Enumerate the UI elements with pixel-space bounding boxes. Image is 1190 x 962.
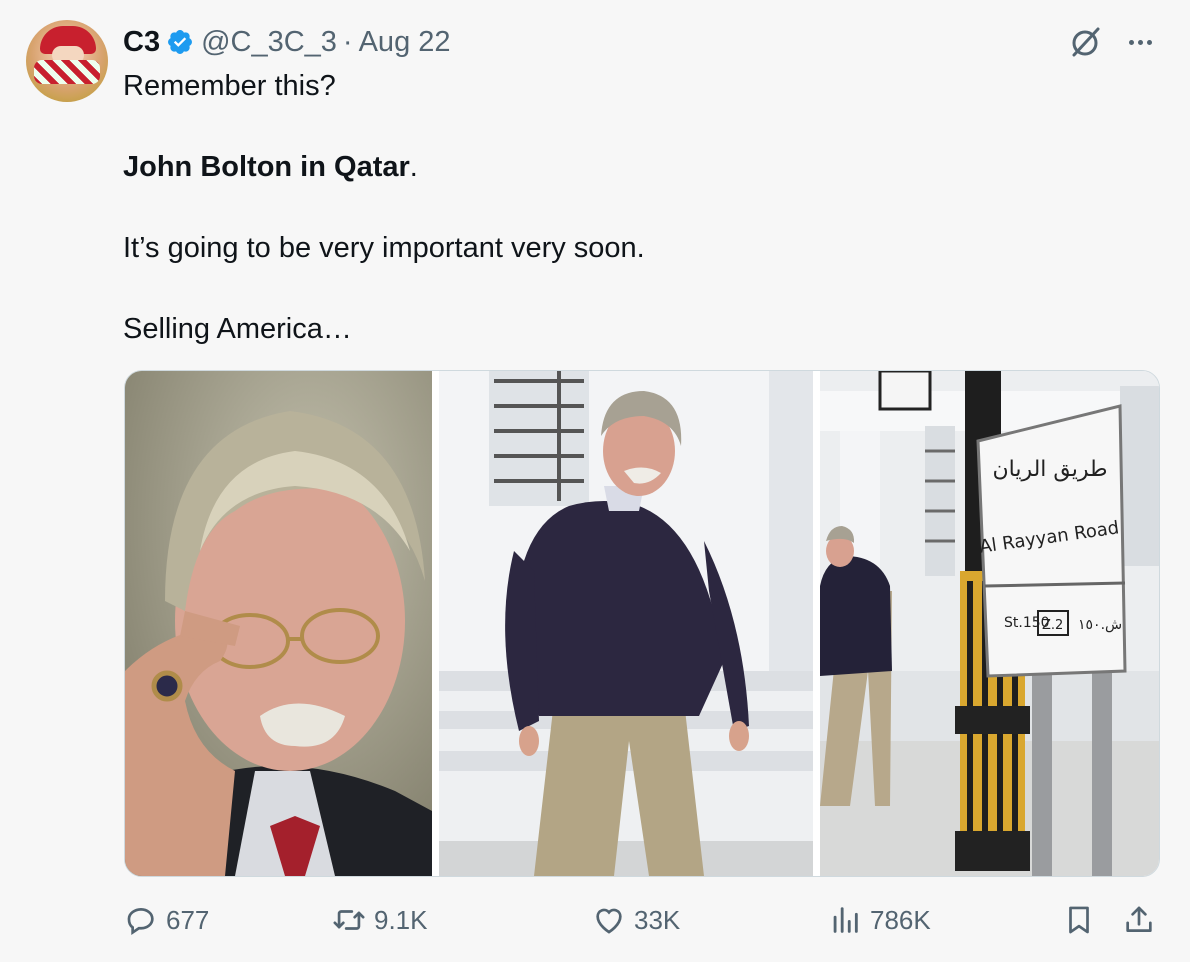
tweet-text: Remember this? John Bolton in Qatar. It’… <box>123 66 1143 350</box>
reply-button[interactable]: 677 <box>124 895 209 945</box>
tweet-line-3: It’s going to be very important very soo… <box>123 232 645 264</box>
photo-2-drawing <box>439 371 813 876</box>
bookmark-button[interactable] <box>1062 895 1096 945</box>
more-dot <box>1128 39 1134 45</box>
photo-1[interactable] <box>125 371 432 876</box>
like-count: 33K <box>634 904 681 935</box>
like-icon <box>596 908 622 934</box>
sign-arabic-num-text: ش.١٥٠ <box>1078 617 1122 633</box>
share-icon <box>1126 906 1152 932</box>
like-button[interactable]: 33K <box>592 895 680 945</box>
photo-1-drawing <box>125 371 432 876</box>
tweet-bold-suffix: . <box>409 151 418 183</box>
views-count: 786K <box>870 904 931 935</box>
views-button[interactable]: 786K <box>828 895 931 945</box>
photo-2[interactable] <box>439 371 813 876</box>
tweet-bold-text: John Bolton in Qatar <box>123 151 410 183</box>
photo-3[interactable]: طريق الريان Al Rayyan Road St.150 Z.2 ش.… <box>820 371 1159 876</box>
action-bar: 677 9.1K 33K 786K <box>124 895 1158 945</box>
tweet-line-4: Selling America… <box>123 313 352 345</box>
repost-icon <box>333 910 365 930</box>
views-icon <box>833 907 858 933</box>
tweet-date[interactable]: Aug 22 <box>359 26 451 59</box>
tweet-header: C3 @C_3C_3 · Aug 22 <box>123 22 451 62</box>
author-name[interactable]: C3 <box>123 26 160 59</box>
sign-arabic-text: طريق الريان <box>992 457 1107 482</box>
more-icon[interactable] <box>1122 24 1158 60</box>
media-grid: طريق الريان Al Rayyan Road St.150 Z.2 ش.… <box>124 370 1160 877</box>
bookmark-icon <box>1069 906 1089 934</box>
share-button[interactable] <box>1122 895 1156 945</box>
reply-icon <box>127 908 154 936</box>
more-dot <box>1137 39 1143 45</box>
tweet-line-1: Remember this? <box>123 70 336 102</box>
header-separator: · <box>342 25 353 58</box>
grok-icon[interactable] <box>1068 24 1104 60</box>
more-dot <box>1146 39 1152 45</box>
photo-3-drawing: طريق الريان Al Rayyan Road St.150 Z.2 ش.… <box>820 371 1159 876</box>
repost-count: 9.1K <box>374 904 428 935</box>
reply-count: 677 <box>166 904 210 935</box>
tweet-line-2: John Bolton in Qatar. <box>123 147 1143 188</box>
author-avatar[interactable] <box>26 20 108 102</box>
sign-zone-text: Z.2 <box>1042 618 1063 633</box>
repost-button[interactable]: 9.1K <box>332 895 428 945</box>
avatar-scarf <box>34 60 100 84</box>
author-handle[interactable]: @C_3C_3 <box>201 26 337 59</box>
verified-badge-icon[interactable] <box>166 28 194 56</box>
